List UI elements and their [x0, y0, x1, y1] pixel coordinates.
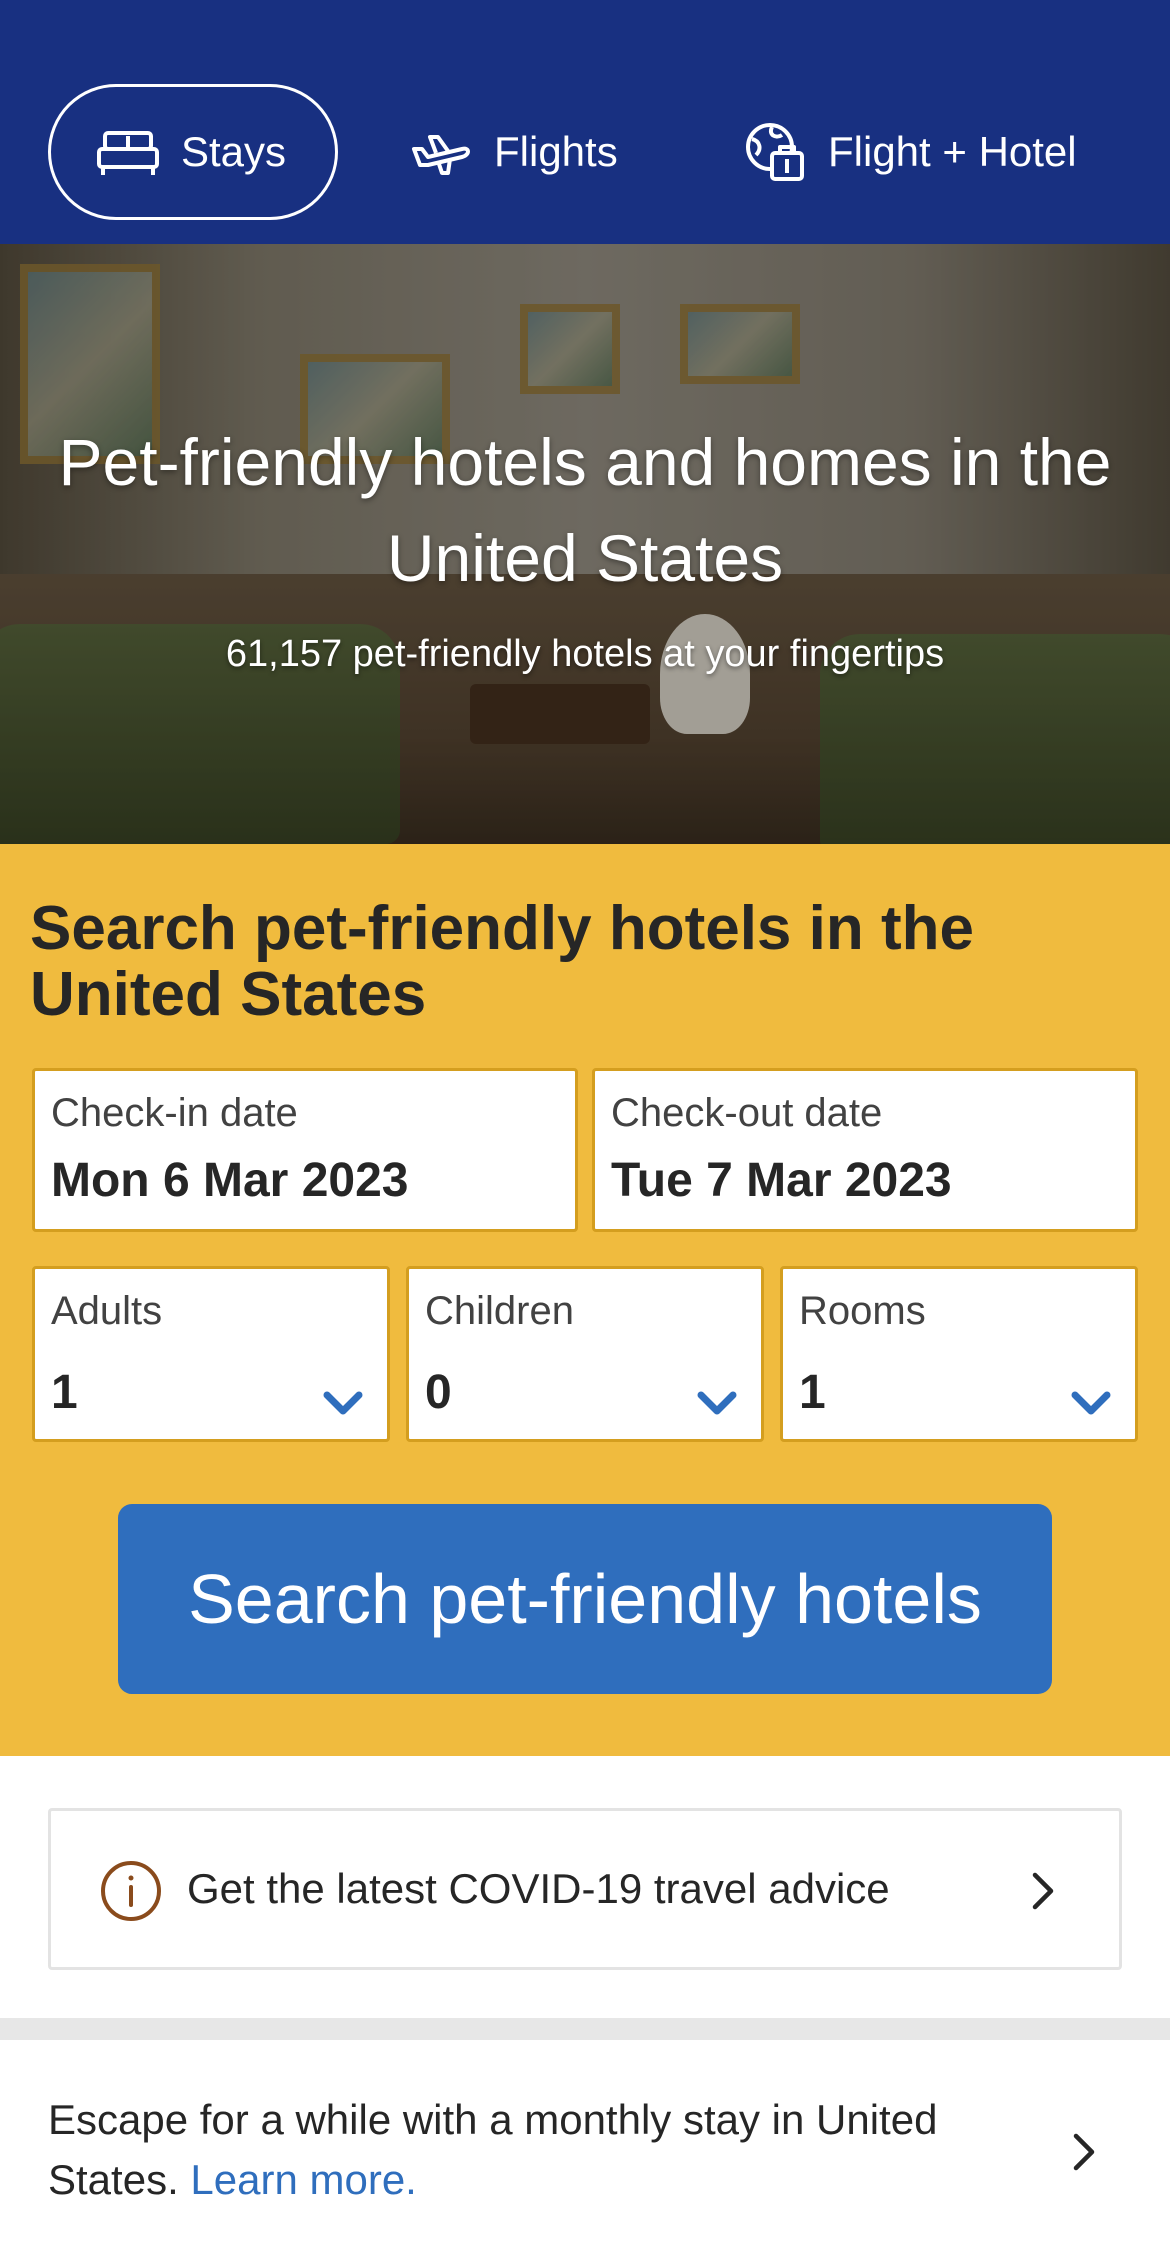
- section-divider: [0, 2018, 1170, 2040]
- covid-advice-text: Get the latest COVID-19 travel advice: [187, 1865, 890, 1912]
- rooms-value: 1: [799, 1366, 826, 1419]
- tab-stays-label: Stays: [181, 128, 287, 175]
- learn-more-link[interactable]: Learn more.: [190, 2156, 416, 2203]
- chevron-right-icon[interactable]: [1070, 2130, 1098, 2174]
- checkin-label: Check-in date: [51, 1091, 298, 1135]
- tab-flight-hotel-label: Flight + Hotel: [828, 128, 1077, 175]
- rooms-select[interactable]: Rooms 1: [780, 1266, 1138, 1442]
- checkout-value: Tue 7 Mar 2023: [611, 1154, 952, 1207]
- checkout-label: Check-out date: [611, 1091, 883, 1135]
- hero-title: Pet-friendly hotels and homes in the Uni…: [58, 425, 1112, 595]
- top-nav: Stays Flights Flight + Hotel: [0, 0, 1170, 244]
- info-icon: [99, 1859, 163, 1923]
- monthly-stay-message: Escape for a while with a monthly stay i…: [48, 2096, 938, 2203]
- tab-flights[interactable]: Flights: [408, 84, 618, 220]
- checkin-date-field[interactable]: Check-in date Mon 6 Mar 2023: [32, 1068, 578, 1232]
- monthly-stay-text: Escape for a while with a monthly stay i…: [48, 2090, 1008, 2210]
- hero-banner: Pet-friendly hotels and homes in the Uni…: [0, 244, 1170, 844]
- checkout-date-field[interactable]: Check-out date Tue 7 Mar 2023: [592, 1068, 1138, 1232]
- tab-flights-label: Flights: [494, 128, 618, 175]
- tab-stays[interactable]: Stays: [48, 84, 338, 220]
- chevron-down-icon: [1069, 1389, 1113, 1419]
- children-value: 0: [425, 1366, 452, 1419]
- chevron-down-icon: [695, 1389, 739, 1419]
- hero-subtitle: 61,157 pet-friendly hotels at your finge…: [225, 633, 945, 675]
- rooms-label: Rooms: [799, 1289, 926, 1333]
- search-button[interactable]: Search pet-friendly hotels: [118, 1504, 1052, 1694]
- children-select[interactable]: Children 0: [406, 1266, 764, 1442]
- search-heading: Search pet-friendly hotels in the United…: [30, 894, 974, 1029]
- checkin-value: Mon 6 Mar 2023: [51, 1154, 409, 1207]
- chevron-down-icon: [321, 1389, 365, 1419]
- bed-icon: [95, 119, 161, 185]
- adults-select[interactable]: Adults 1: [32, 1266, 390, 1442]
- adults-value: 1: [51, 1366, 78, 1419]
- tab-flight-hotel[interactable]: Flight + Hotel: [742, 84, 1077, 220]
- children-label: Children: [425, 1289, 574, 1333]
- plane-icon: [408, 119, 474, 185]
- covid-advice-card[interactable]: Get the latest COVID-19 travel advice: [48, 1808, 1122, 1970]
- search-panel: Search pet-friendly hotels in the United…: [0, 844, 1170, 1756]
- adults-label: Adults: [51, 1289, 163, 1333]
- chevron-right-icon: [1029, 1869, 1057, 1913]
- globe-luggage-icon: [742, 119, 808, 185]
